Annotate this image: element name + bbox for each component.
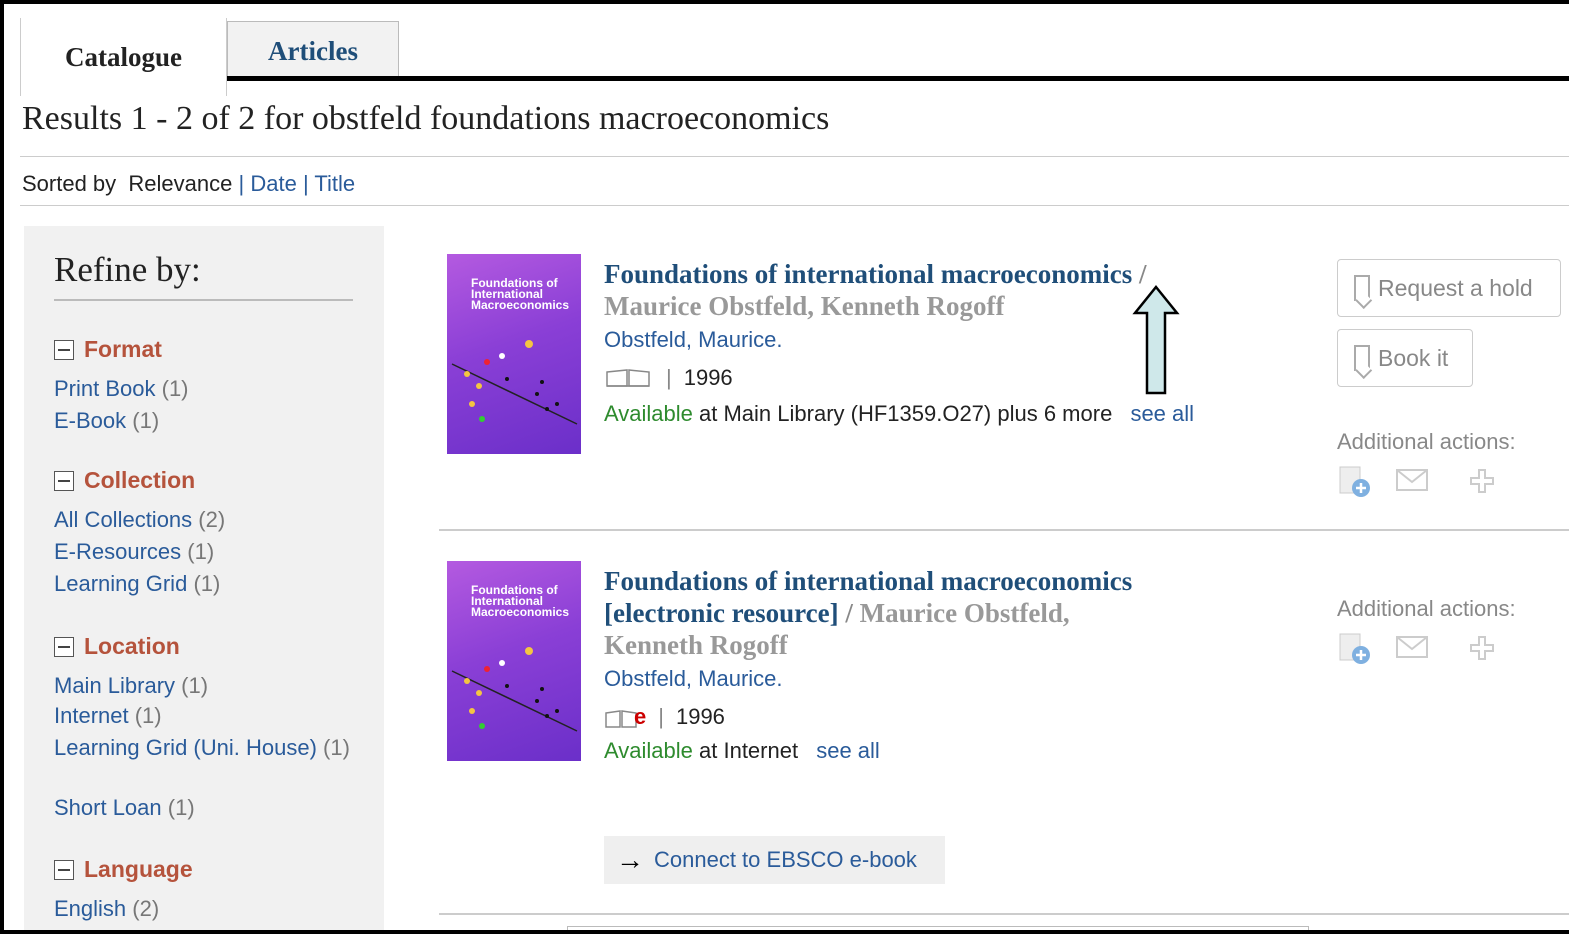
book-it-label: Book it — [1378, 344, 1449, 371]
record-divider — [439, 529, 1569, 531]
statement-of-responsibility: Maurice Obstfeld, — [859, 598, 1070, 628]
collapse-icon — [54, 470, 74, 491]
statement-of-responsibility: Maurice Obstfeld, Kenneth Rogoff — [604, 291, 1005, 321]
sort-prefix: Sorted by — [22, 171, 117, 196]
additional-actions-label: Additional actions: — [1337, 596, 1516, 621]
record-title-block: Foundations of international macroeconom… — [604, 258, 1304, 322]
divider — [20, 156, 1569, 157]
email-icon[interactable] — [1394, 464, 1430, 498]
collapse-icon — [54, 636, 74, 657]
sort-title-link[interactable]: Title — [314, 171, 355, 196]
email-icon[interactable] — [1394, 631, 1430, 665]
bookmark-icon — [1354, 345, 1370, 371]
availability-detail: at Internet — [699, 738, 799, 763]
sort-current: Relevance — [128, 171, 233, 196]
title-slash: / — [845, 598, 853, 628]
author-link[interactable]: Obstfeld, Maurice. — [604, 327, 783, 353]
facet-label: Location — [84, 633, 180, 659]
facet-item-main-library[interactable]: Main Library (1) — [54, 672, 208, 700]
facet-item-print-book[interactable]: Print Book (1) — [54, 375, 189, 403]
divider — [20, 205, 1569, 206]
sort-bar: Sorted by Relevance | Date | Title — [22, 171, 355, 197]
refine-title: Refine by: — [54, 250, 201, 289]
facet-item-e-book[interactable]: E-Book (1) — [54, 407, 159, 435]
cover-title: Foundations of International Macroeconom… — [471, 276, 570, 312]
statement-of-responsibility: Kenneth Rogoff — [604, 630, 788, 660]
facet-item-internet[interactable]: Internet (1) — [54, 702, 162, 730]
record-meta: e | 1996 — [604, 704, 725, 730]
facet-label: Format — [84, 336, 162, 362]
ebook-icon: e — [604, 704, 646, 730]
sort-date-link[interactable]: Date — [250, 171, 296, 196]
book-icon — [606, 369, 650, 387]
collapse-icon — [54, 339, 74, 360]
record-title-block: Foundations of international macroeconom… — [604, 565, 1304, 661]
connect-ebsco-button[interactable]: → Connect to EBSCO e-book — [604, 836, 945, 884]
additional-actions-label: Additional actions: — [1337, 429, 1516, 454]
tab-articles[interactable]: Articles — [227, 21, 399, 81]
cover-art — [451, 647, 578, 732]
tab-catalogue[interactable]: Catalogue — [20, 18, 227, 96]
availability: Available at Internet see all — [604, 738, 880, 764]
book-cover[interactable]: Foundations of International Macroeconom… — [447, 254, 581, 454]
ebook-marker: e — [634, 704, 647, 729]
facet-item-learning-grid[interactable]: Learning Grid (1) — [54, 570, 220, 598]
facet-item-learning-grid-uni-house[interactable]: Learning Grid (Uni. House) (1) — [54, 734, 354, 762]
cover-title: Foundations of International Macroeconom… — [471, 583, 570, 619]
facet-label: Collection — [84, 467, 196, 493]
facet-format-toggle[interactable]: Format — [54, 336, 162, 363]
record-meta: | 1996 — [604, 365, 733, 391]
tab-underline — [20, 76, 1569, 81]
request-hold-label: Request a hold — [1378, 274, 1533, 301]
plus-icon[interactable] — [1466, 464, 1502, 498]
collapse-icon — [54, 859, 74, 880]
facet-item-e-resources[interactable]: E-Resources (1) — [54, 538, 214, 566]
refine-sidebar: Refine by: Format Print Book (1) E-Book … — [24, 226, 384, 930]
see-all-link[interactable]: see all — [1130, 401, 1194, 426]
availability-detail: at Main Library (HF1359.O27) plus 6 more — [699, 401, 1113, 426]
facet-label: Language — [84, 856, 193, 882]
search-tabs: Catalogue Articles — [20, 18, 1569, 96]
plus-icon[interactable] — [1466, 631, 1502, 665]
publication-year: 1996 — [675, 704, 725, 729]
bookmark-icon — [1354, 275, 1370, 301]
add-to-list-icon[interactable] — [1337, 631, 1373, 665]
availability: Available at Main Library (HF1359.O27) p… — [604, 401, 1194, 427]
facet-collection-toggle[interactable]: Collection — [54, 467, 195, 494]
book-cover[interactable]: Foundations of International Macroeconom… — [447, 561, 581, 761]
next-record-box — [567, 926, 1309, 930]
see-all-link[interactable]: see all — [816, 738, 880, 763]
sort-separator: | — [238, 171, 245, 196]
meta-separator: | — [666, 365, 672, 390]
facet-language-toggle[interactable]: Language — [54, 856, 193, 883]
meta-separator: | — [658, 704, 664, 729]
availability-status: Available — [604, 401, 693, 426]
facet-item-english[interactable]: English (2) — [54, 895, 159, 923]
facet-location-toggle[interactable]: Location — [54, 633, 180, 660]
record-title-link[interactable]: Foundations of international macroeconom… — [604, 259, 1132, 289]
page-frame: Catalogue Articles Results 1 - 2 of 2 fo… — [0, 0, 1569, 934]
book-it-button[interactable]: Book it — [1337, 329, 1473, 387]
facet-item-all-collections[interactable]: All Collections (2) — [54, 506, 225, 534]
annotation-arrow-icon — [1132, 285, 1180, 395]
results-heading: Results 1 - 2 of 2 for obstfeld foundati… — [22, 100, 830, 137]
record-divider — [439, 913, 1569, 915]
add-to-list-icon[interactable] — [1337, 464, 1373, 498]
publication-year: 1996 — [683, 365, 733, 390]
sort-separator: | — [302, 171, 309, 196]
availability-status: Available — [604, 738, 693, 763]
request-hold-button[interactable]: Request a hold — [1337, 259, 1561, 317]
arrow-right-icon: → — [616, 844, 644, 875]
connect-ebsco-label: Connect to EBSCO e-book — [654, 847, 917, 872]
divider — [54, 299, 353, 301]
facet-item-short-loan[interactable]: Short Loan (1) — [54, 794, 195, 822]
cover-art — [451, 340, 578, 425]
author-link[interactable]: Obstfeld, Maurice. — [604, 666, 783, 692]
